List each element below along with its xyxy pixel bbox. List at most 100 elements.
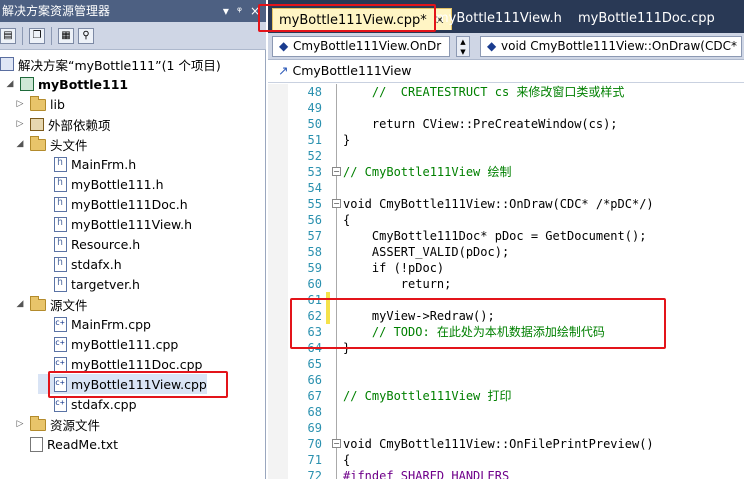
tab-label: myBottle111Doc.cpp [578, 11, 715, 26]
code-line[interactable]: { [343, 452, 350, 468]
properties-icon[interactable]: ▤ [0, 27, 16, 44]
expander-icon[interactable]: ▷ [14, 99, 26, 109]
navigation-bar: ◆ CmyBottle111View.OnDr ▲ ▼ ◆ void CmyBottl… [268, 33, 744, 60]
code-line[interactable]: void CmyBottle111View::OnDraw(CDC* /*pDC… [343, 196, 654, 212]
breadcrumb-class: CmyBottle111View [292, 63, 412, 78]
header-file-icon [54, 216, 67, 232]
tree-item[interactable]: targetver.h [38, 274, 140, 294]
tree-item[interactable]: Resource.h [38, 234, 140, 254]
tree-item-label: MainFrm.cpp [71, 316, 151, 332]
tree-item-label: stdafx.cpp [71, 396, 137, 412]
tree-item[interactable]: ▷ 资源文件 [14, 414, 100, 434]
cpp-file-icon [54, 356, 67, 372]
folder-icon [30, 136, 46, 151]
solution-explorer-toolbar: ▤ ❐ ▦ ⚲ [0, 22, 266, 50]
view-code-icon[interactable]: ▦ [58, 27, 74, 44]
class-dropdown[interactable]: ◆ CmyBottle111View.OnDr [272, 36, 450, 57]
member-dropdown[interactable]: ◆ void CmyBottle111View::OnDraw(CDC* ) [480, 36, 742, 57]
show-all-files-icon[interactable]: ❐ [29, 27, 45, 44]
code-line[interactable]: // TODO: 在此处为本机数据添加绘制代码 [343, 324, 605, 340]
folder-icon [30, 416, 46, 431]
breadcrumb[interactable]: ↗ CmyBottle111View [268, 60, 744, 83]
cpp-file-icon [54, 316, 67, 332]
expander-icon[interactable]: ◢ [14, 139, 26, 149]
code-line[interactable]: // CmyBottle111View 绘制 [343, 164, 512, 180]
tree-item-label: myBottle111View.h [71, 216, 193, 232]
code-line[interactable]: return; [343, 276, 452, 292]
expander-icon[interactable]: ▷ [14, 119, 26, 129]
cpp-file-icon [54, 376, 67, 392]
tree-item[interactable]: 解决方案“myBottle111”(1 个项目) [0, 54, 221, 74]
expander-icon[interactable]: ◢ [4, 79, 16, 89]
code-line[interactable]: // CREATESTRUCT cs 来修改窗口类或样式 [343, 84, 625, 100]
tree-item[interactable]: myBottle111View.cpp [38, 374, 207, 394]
collapse-icon[interactable]: − [332, 439, 341, 448]
solution-explorer-panel: 解决方案资源管理器 ▾ ᵠ × ▤ ❐ ▦ ⚲ 解决方案“myBottle111… [0, 0, 266, 479]
tree-item[interactable]: MainFrm.h [38, 154, 136, 174]
tree-item-label: myBottle111View.cpp [71, 376, 207, 392]
tree-item[interactable]: myBottle111Doc.h [38, 194, 188, 214]
tree-item[interactable]: MainFrm.cpp [38, 314, 151, 334]
code-line[interactable]: { [343, 212, 350, 228]
line-number: 61 [307, 293, 322, 307]
cpp-file-icon [54, 336, 67, 352]
tree-item-label: lib [50, 96, 65, 112]
line-number: 59 [307, 261, 322, 275]
method-icon: ◆ [487, 39, 497, 53]
code-line[interactable]: if (!pDoc) [343, 260, 444, 276]
tree-item-label: Resource.h [71, 236, 141, 252]
tab-mybottle111view-cpp[interactable]: myBottle111View.cpp* ✕ [272, 8, 452, 30]
member-dropdown-value: void CmyBottle111View::OnDraw(CDC* ) [501, 39, 742, 53]
tree-item-label: myBottle111Doc.h [71, 196, 188, 212]
collapse-icon[interactable]: − [332, 167, 341, 176]
code-line[interactable]: } [343, 132, 350, 148]
class-diagram-icon[interactable]: ⚲ [78, 27, 94, 44]
dropdown-icon[interactable]: ▾ [223, 0, 229, 22]
toolbar-separator [22, 26, 23, 45]
tab-mybottle111doc-cpp[interactable]: myBottle111Doc.cpp [578, 8, 715, 30]
tree-item[interactable]: myBottle111.cpp [38, 334, 178, 354]
class-dropdown-spinner[interactable]: ▲ ▼ [456, 36, 470, 57]
code-line[interactable]: } [343, 340, 350, 356]
tree-item-label: MainFrm.h [71, 156, 137, 172]
tree-item-label: myBottle111 [38, 76, 129, 92]
expander-icon[interactable]: ◢ [14, 299, 26, 309]
line-number: 58 [307, 245, 322, 259]
code-line[interactable]: #ifndef SHARED_HANDLERS [343, 468, 509, 479]
code-editor[interactable]: 48 // CREATESTRUCT cs 来修改窗口类或样式 49 50 retu… [268, 84, 744, 479]
code-line[interactable]: CmyBottle111Doc* pDoc = GetDocument(); [343, 228, 647, 244]
tree-item[interactable]: ◢ myBottle111 [4, 74, 129, 94]
cpp-file-icon [54, 396, 67, 412]
solution-explorer-title-bar: 解决方案资源管理器 ▾ ᵠ × [0, 0, 266, 22]
tree-item-label: 头文件 [50, 137, 88, 153]
tree-item[interactable]: ▷ lib [14, 94, 65, 114]
line-number: 56 [307, 213, 322, 227]
tree-item[interactable]: myBottle111.h [38, 174, 164, 194]
tree-item[interactable]: ◢ 源文件 [14, 294, 88, 314]
tree-item-label: myBottle111.h [71, 176, 164, 192]
code-line[interactable]: myView->Redraw(); [343, 308, 495, 324]
text-file-icon [30, 436, 43, 452]
tab-mybottle111view-h[interactable]: myBottle111View.h [436, 8, 562, 30]
code-line[interactable]: // CmyBottle111View 打印 [343, 388, 512, 404]
code-line[interactable]: return CView::PreCreateWindow(cs); [343, 116, 618, 132]
collapse-icon[interactable]: − [332, 199, 341, 208]
tree-item[interactable]: myBottle111Doc.cpp [38, 354, 202, 374]
header-file-icon [54, 276, 67, 292]
header-file-icon [54, 256, 67, 272]
code-line[interactable]: void CmyBottle111View::OnFilePrintPrevie… [343, 436, 654, 452]
close-icon[interactable]: × [250, 0, 260, 22]
tree-item[interactable]: stdafx.h [38, 254, 122, 274]
code-line[interactable]: ASSERT_VALID(pDoc); [343, 244, 509, 260]
folder-icon [30, 96, 46, 111]
tree-item-label: 源文件 [50, 297, 88, 313]
line-number: 57 [307, 229, 322, 243]
tree-item[interactable]: ReadMe.txt [14, 434, 118, 454]
tree-item[interactable]: stdafx.cpp [38, 394, 137, 414]
changed-lines-marker [326, 292, 330, 324]
tree-item[interactable]: myBottle111View.h [38, 214, 192, 234]
expander-icon[interactable]: ▷ [14, 419, 26, 429]
tree-item[interactable]: ▷ 外部依赖项 [14, 114, 111, 134]
tree-item[interactable]: ◢ 头文件 [14, 134, 88, 154]
pin-icon[interactable]: ᵠ [237, 0, 242, 22]
